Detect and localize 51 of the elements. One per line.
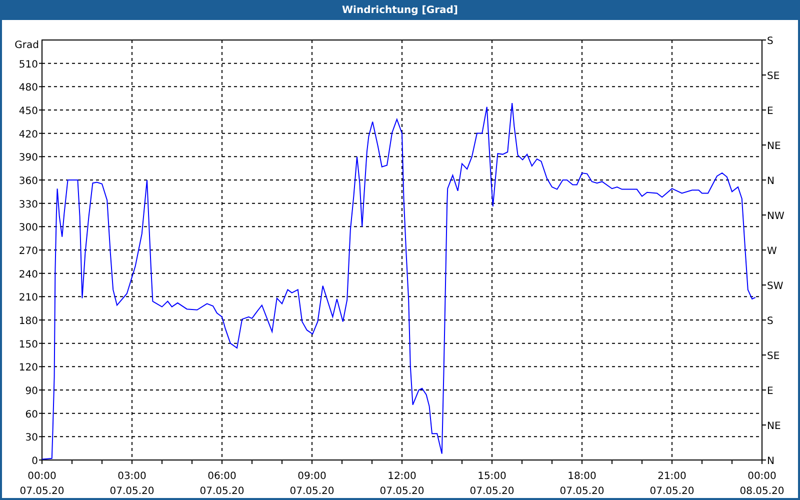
x-tick-label: 03:00: [118, 471, 146, 482]
y-tick-label: 150: [18, 339, 38, 350]
window-title: Windrichtung [Grad]: [0, 0, 800, 20]
x-tick-date: 07.05.20: [650, 486, 694, 497]
x-tick-date: 07.05.20: [20, 486, 64, 497]
y-tick-label: 0: [32, 456, 38, 467]
y-tick-label: 510: [18, 59, 38, 70]
compass-tick-label: SE: [767, 351, 780, 362]
y-tick-label: 330: [18, 199, 38, 210]
compass-tick-label: SE: [767, 71, 780, 82]
compass-tick-label: E: [767, 106, 774, 117]
x-tick-label: 00:00: [748, 471, 776, 482]
y-tick-label: 60: [25, 409, 38, 420]
x-tick-label: 21:00: [658, 471, 686, 482]
x-tick-date: 07.05.20: [200, 486, 244, 497]
y-tick-label: 420: [18, 129, 38, 140]
x-tick-date: 08.05.20: [740, 486, 784, 497]
compass-tick-label: W: [767, 246, 777, 257]
compass-tick-label: N: [767, 456, 774, 467]
compass-tick-label: NE: [767, 421, 781, 432]
y-tick-label: 180: [18, 316, 38, 327]
x-tick-date: 07.05.20: [290, 486, 334, 497]
y-tick-label: 450: [18, 106, 38, 117]
compass-tick-label: E: [767, 386, 774, 397]
compass-tick-label: N: [767, 176, 774, 187]
y-tick-label: 300: [18, 222, 38, 234]
y-tick-label: 210: [18, 292, 38, 304]
compass-tick-label: NE: [767, 141, 781, 152]
x-tick-date: 07.05.20: [380, 486, 424, 497]
compass-tick-label: SW: [767, 281, 784, 292]
y-axis-title: Grad: [14, 40, 39, 51]
x-tick-date: 07.05.20: [560, 486, 604, 497]
y-tick-label: 480: [18, 82, 38, 94]
compass-tick-label: S: [767, 316, 774, 327]
x-tick-label: 15:00: [478, 471, 506, 482]
x-tick-label: 18:00: [568, 471, 596, 482]
x-tick-label: 06:00: [208, 471, 236, 482]
y-tick-label: 360: [18, 176, 38, 187]
x-tick-label: 00:00: [28, 471, 56, 482]
y-tick-label: 90: [25, 386, 38, 397]
compass-tick-label: NW: [767, 211, 784, 222]
y-tick-label: 240: [18, 269, 38, 280]
x-tick-date: 07.05.20: [110, 486, 154, 497]
y-tick-label: 390: [18, 152, 38, 164]
compass-tick-label: S: [767, 36, 774, 47]
x-tick-label: 09:00: [298, 471, 326, 482]
y-tick-label: 30: [25, 432, 38, 444]
x-tick-label: 12:00: [388, 471, 416, 482]
y-tick-label: 270: [18, 246, 38, 257]
y-tick-label: 120: [18, 362, 38, 374]
x-tick-date: 07.05.20: [470, 486, 514, 497]
